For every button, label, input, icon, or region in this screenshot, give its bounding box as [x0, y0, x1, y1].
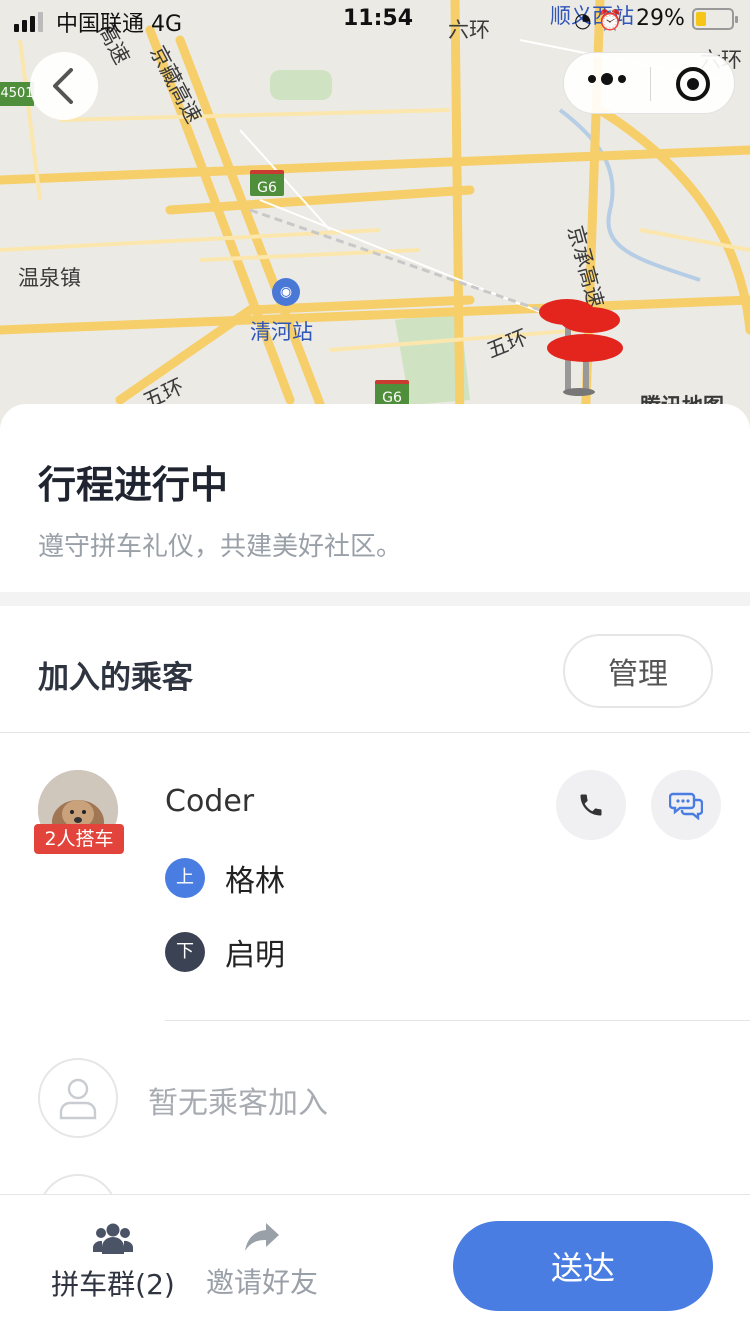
user-outline-icon [59, 1078, 97, 1120]
share-arrow-icon [245, 1223, 279, 1251]
section-divider [0, 592, 750, 606]
chat-button[interactable] [651, 770, 721, 840]
miniprogram-capsule [563, 52, 735, 114]
trip-status-title: 行程进行中 [38, 463, 229, 507]
manage-button[interactable]: 管理 [563, 634, 713, 708]
trip-subtitle: 遵守拼车礼仪，共建美好社区。 [38, 532, 403, 562]
map-label-qinghe: 清河站 [250, 320, 313, 344]
train-station-icon: ◉ [272, 278, 300, 306]
signal-icon [14, 12, 43, 32]
deliver-button[interactable]: 送达 [453, 1221, 713, 1311]
clock: 11:54 [343, 6, 414, 31]
ride-count-badge: 2人搭车 [34, 824, 124, 854]
call-button[interactable] [556, 770, 626, 840]
back-button[interactable] [30, 52, 98, 120]
highway-shield-4501: 4501 [0, 82, 34, 106]
carpool-group-button[interactable]: 拼车群(2) [48, 1221, 178, 1303]
alarm-icon: ◔ ⏰ [574, 8, 623, 32]
divider [0, 732, 750, 733]
empty-seat-text: 暂无乘客加入 [148, 1086, 328, 1121]
map-pin-icon [539, 299, 623, 396]
highway-shield-g6: G6 [375, 380, 409, 406]
pickup-row: 上 格林 [165, 856, 285, 900]
battery-icon [692, 8, 738, 30]
empty-seat-avatar [38, 1058, 118, 1138]
passenger-name: Coder [165, 784, 255, 819]
carrier-name: 中国联通 4G [56, 12, 183, 37]
chat-bubbles-icon [669, 792, 703, 820]
capsule-divider [650, 67, 651, 101]
highway-shield-g6: G6 [250, 170, 284, 196]
pickup-tag: 上 [165, 858, 205, 898]
dropoff-row: 下 启明 [165, 930, 285, 974]
invite-friends-label: 邀请好友 [205, 1266, 318, 1299]
dropoff-tag: 下 [165, 932, 205, 972]
status-bar: 中国联通 4G 11:54 ◔ ⏰ 29% [0, 0, 750, 40]
divider [165, 1020, 750, 1021]
dropoff-location: 启明 [225, 938, 285, 973]
group-icon [93, 1223, 133, 1254]
map-label-wenquan: 温泉镇 [18, 266, 81, 290]
bottom-action-bar: 拼车群(2) 邀请好友 送达 [0, 1194, 750, 1334]
more-dots-icon[interactable] [588, 73, 626, 85]
invite-friends-button[interactable]: 邀请好友 [202, 1221, 322, 1301]
passengers-section-title: 加入的乘客 [38, 660, 193, 696]
target-circle-icon[interactable] [676, 67, 710, 101]
phone-icon [580, 794, 602, 816]
pickup-location: 格林 [225, 864, 285, 899]
carpool-group-label: 拼车群(2) [51, 1268, 175, 1301]
chevron-left-icon [53, 68, 73, 104]
battery-percent: 29% [636, 6, 685, 31]
